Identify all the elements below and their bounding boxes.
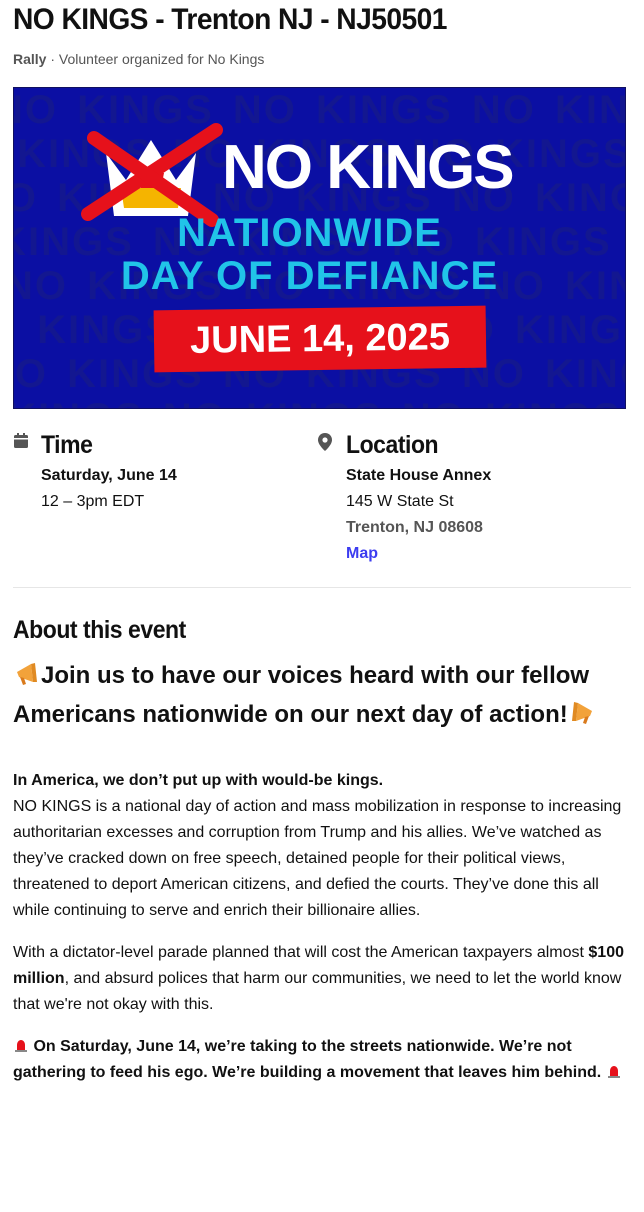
location-section: Location State House Annex 145 W State S…: [318, 431, 623, 567]
calendar-icon: [14, 433, 28, 448]
time-section: Time Saturday, June 14 12 – 3pm EDT: [13, 431, 318, 567]
banner-line-nationwide: NATIONWIDE: [177, 211, 442, 255]
banner-title: NO KINGS: [222, 133, 515, 202]
closing-paragraph: On Saturday, June 14, we’re taking to th…: [13, 1034, 631, 1086]
event-type: Rally: [13, 51, 47, 67]
siren-icon: [607, 1066, 620, 1078]
intro-bold: In America, we don’t put up with would-b…: [13, 772, 384, 789]
divider: [13, 587, 631, 588]
about-heading: About this event: [13, 616, 186, 644]
event-info: Time Saturday, June 14 12 – 3pm EDT Loca…: [13, 431, 631, 567]
event-banner-image: NO KINGS NO KINGS NO KINGS NO KINGS NO K…: [13, 87, 626, 409]
siren-icon: [15, 1040, 27, 1052]
event-hours: 12 – 3pm EDT: [41, 493, 145, 510]
megaphone-icon: [571, 702, 592, 724]
venue-name: State House Annex: [346, 467, 492, 484]
megaphone-icon: [17, 663, 37, 685]
location-heading: Location: [346, 431, 439, 459]
banner-date: JUNE 14, 2025: [153, 305, 487, 373]
event-title: NO KINGS - Trenton NJ - NJ50501: [13, 3, 447, 36]
street-address: 145 W State St: [346, 493, 454, 510]
organizer-text: · Volunteer organized for No Kings: [50, 51, 265, 67]
event-date: Saturday, June 14: [41, 467, 177, 484]
event-subtitle: Rally · Volunteer organized for No Kings: [13, 51, 631, 67]
time-heading: Time: [41, 431, 93, 459]
map-link[interactable]: Map: [346, 545, 378, 562]
about-headline: Join us to have our voices heard with ou…: [13, 656, 631, 734]
description-paragraph-1: NO KINGS is a national day of action and…: [13, 798, 622, 919]
description-paragraph-2: With a dictator-level parade planned tha…: [13, 944, 624, 1013]
map-pin-icon: [318, 433, 332, 451]
city-state-zip: Trenton, NJ 08608: [346, 519, 483, 536]
banner-line-defiance: DAY OF DEFIANCE: [120, 254, 499, 298]
